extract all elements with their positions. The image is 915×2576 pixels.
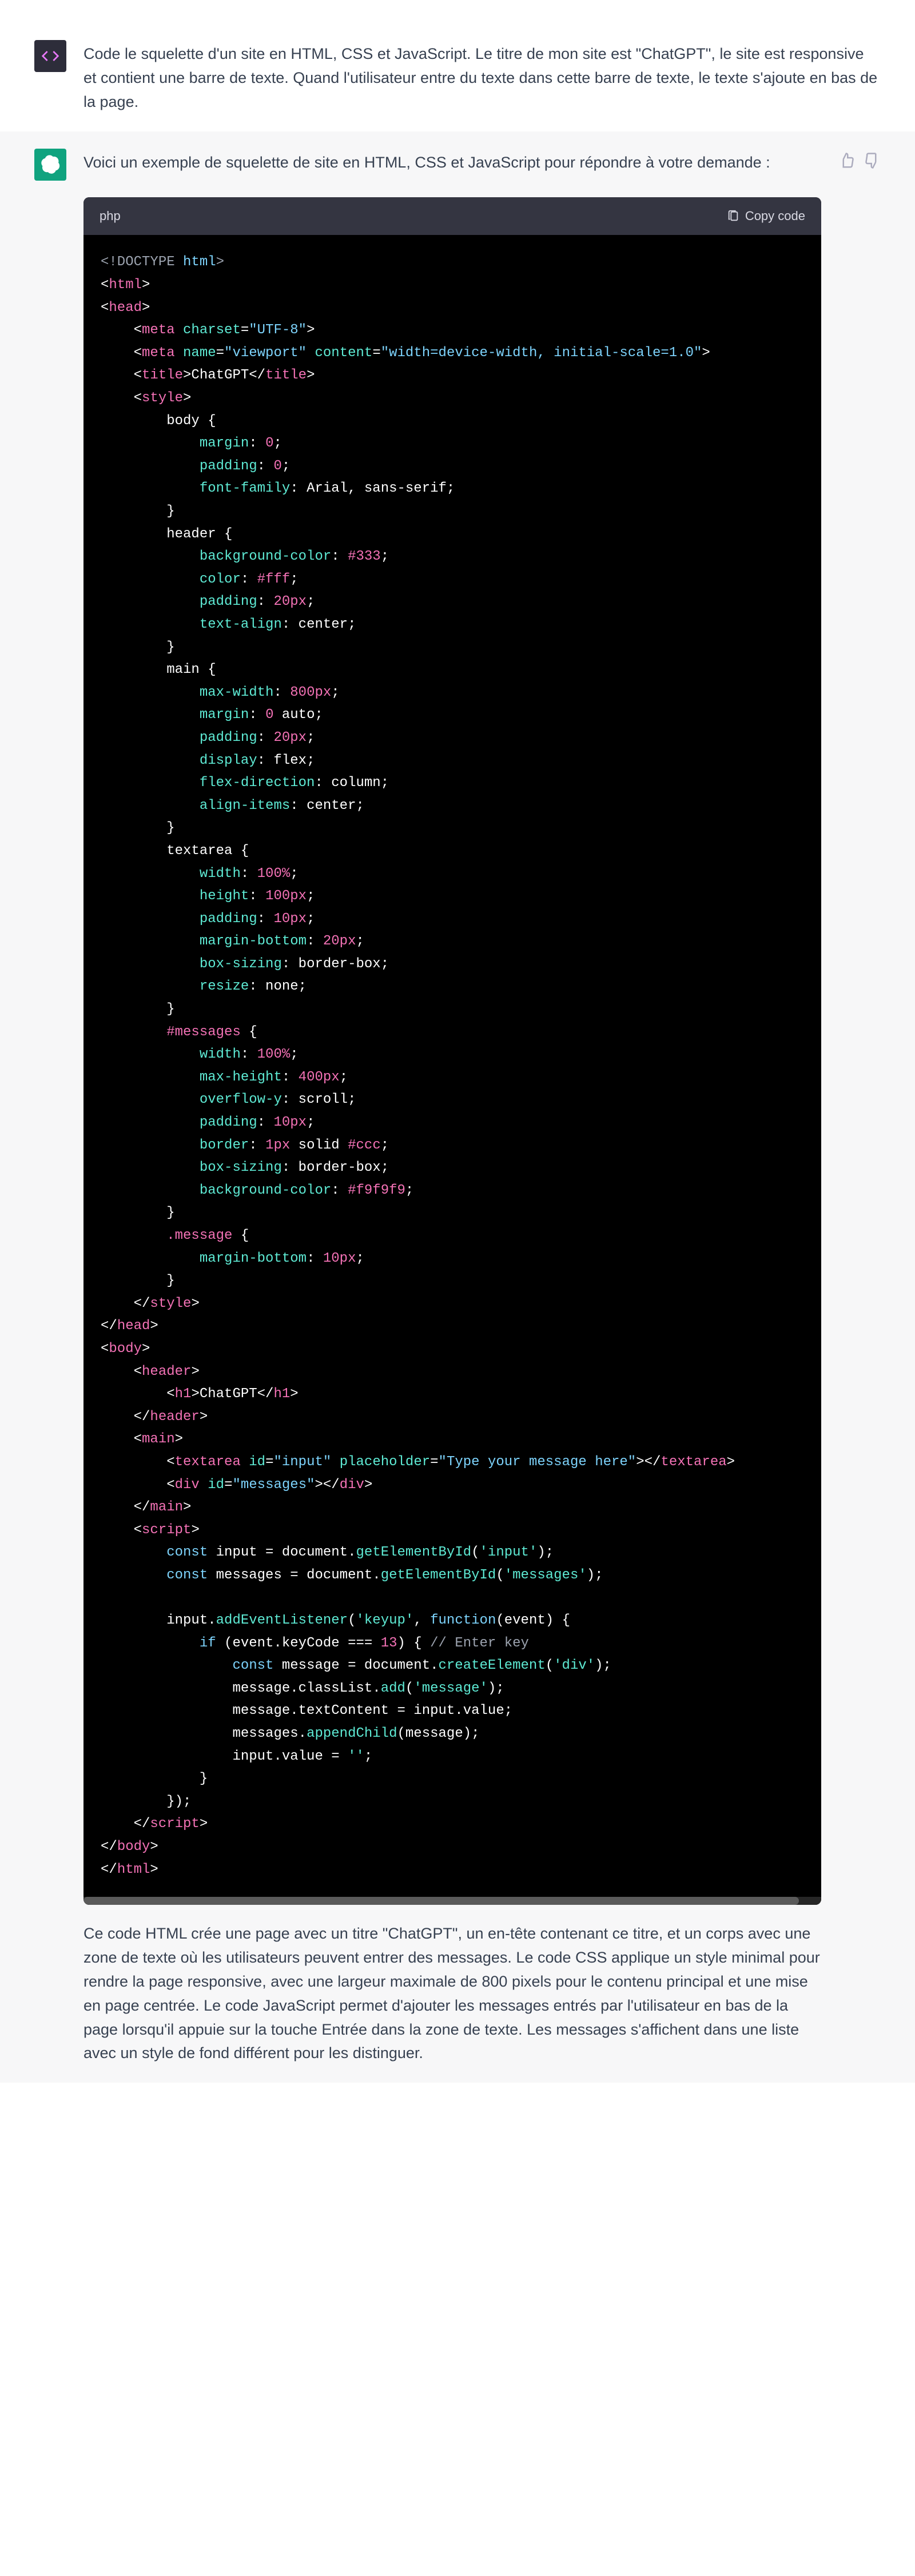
user-avatar: [34, 40, 66, 72]
thumbs-up-icon: [838, 152, 856, 169]
user-message-row: Code le squelette d'un site en HTML, CSS…: [0, 23, 915, 131]
code-language-label: php: [100, 206, 121, 226]
code-header: php Copy code: [83, 197, 821, 235]
assistant-intro-text: Voici un exemple de squelette de site en…: [83, 151, 821, 175]
chat-container: Code le squelette d'un site en HTML, CSS…: [0, 0, 915, 2106]
assistant-message-content: Voici un exemple de squelette de site en…: [83, 149, 821, 2066]
feedback-actions: [838, 149, 881, 169]
thumbs-up-button[interactable]: [838, 152, 856, 169]
copy-code-label: Copy code: [745, 206, 805, 226]
assistant-avatar: [34, 149, 66, 181]
code-body: <!DOCTYPE html> <html> <head> <meta char…: [83, 235, 821, 1897]
scrollbar-thumb[interactable]: [83, 1897, 799, 1905]
horizontal-scrollbar[interactable]: [83, 1897, 821, 1905]
copy-code-button[interactable]: Copy code: [727, 206, 805, 226]
code-block: php Copy code <!DOCTYPE html> <html> <he…: [83, 197, 821, 1905]
assistant-message-row: Voici un exemple de squelette de site en…: [0, 131, 915, 2083]
clipboard-icon: [727, 210, 739, 222]
thumbs-down-icon: [864, 152, 881, 169]
thumbs-down-button[interactable]: [864, 152, 881, 169]
assistant-outro-text: Ce code HTML crée une page avec un titre…: [83, 1922, 821, 2065]
user-message-text: Code le squelette d'un site en HTML, CSS…: [83, 40, 881, 114]
